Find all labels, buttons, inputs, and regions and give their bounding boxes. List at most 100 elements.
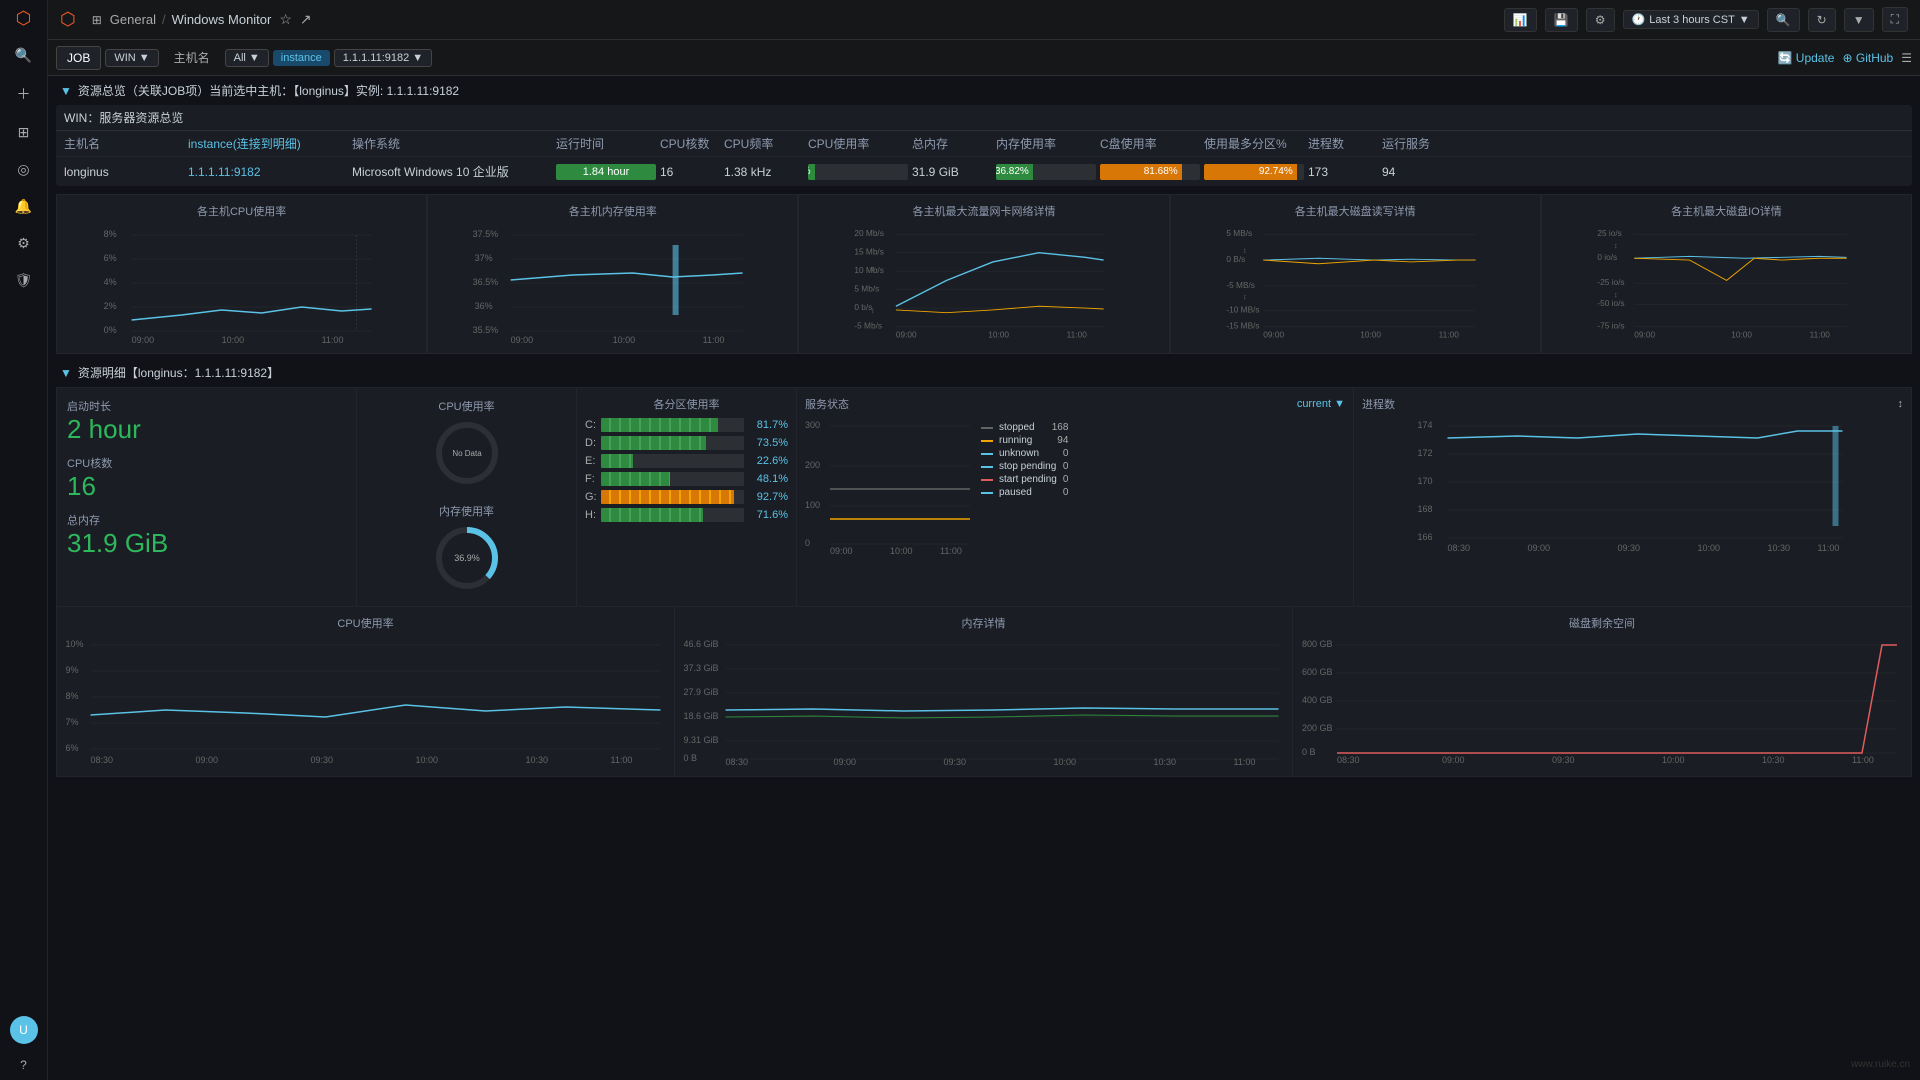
disk-label-h: H: bbox=[585, 509, 597, 521]
cell-cpu-freq: 1.38 kHz bbox=[724, 165, 804, 179]
svg-text:174: 174 bbox=[1418, 420, 1433, 430]
chart-disk-io-title: 各主机最大磁盘IO详情 bbox=[1550, 203, 1903, 219]
grid-nav-icon[interactable]: ⊞ bbox=[12, 118, 36, 147]
breadcrumb-current: Windows Monitor bbox=[172, 12, 272, 27]
share-icon[interactable]: ↗ bbox=[300, 11, 312, 28]
svg-text:9%: 9% bbox=[66, 665, 79, 675]
uptime-label: 启动时长 bbox=[67, 398, 346, 414]
svg-text:10:00: 10:00 bbox=[1731, 330, 1752, 340]
legend-stopped: stopped 168 bbox=[981, 422, 1068, 433]
top-bar-left: ⬡ ⊞ General / Windows Monitor ☆ ↗ bbox=[60, 9, 1504, 30]
chevron-down-icon: ▼ bbox=[1739, 14, 1750, 26]
disk-pct-g: 92.7% bbox=[748, 491, 788, 503]
svg-text:0 B: 0 B bbox=[1302, 747, 1316, 757]
svg-text:11:00: 11:00 bbox=[940, 546, 962, 556]
breadcrumb-parent[interactable]: General bbox=[110, 12, 156, 27]
chart-disk-rw-title: 各主机最大磁盘读写详情 bbox=[1179, 203, 1532, 219]
cpu-gauge-label: CPU使用率 bbox=[367, 398, 566, 414]
bell-icon[interactable]: 🔔 bbox=[9, 192, 38, 221]
uptime-stat: 启动时长 2 hour bbox=[67, 398, 346, 445]
tab-job[interactable]: JOB bbox=[56, 46, 101, 70]
help-icon[interactable]: ? bbox=[20, 1058, 27, 1072]
menu-icon[interactable]: ☰ bbox=[1901, 51, 1912, 65]
cpu-gauge: CPU使用率 No Data bbox=[367, 398, 566, 491]
mem-detail-title: 内存详情 bbox=[683, 615, 1284, 631]
svg-text:09:00: 09:00 bbox=[1442, 755, 1465, 765]
shield-icon[interactable]: 🛡 bbox=[9, 266, 39, 295]
svg-text:37.5%: 37.5% bbox=[473, 229, 499, 239]
search-icon[interactable]: 🔍 bbox=[9, 41, 38, 70]
chart-net-area: 20 Mb/s 15 Mb/s 10 Mb/s 5 Mb/s 0 b/s -5 … bbox=[807, 225, 1160, 345]
chart-disk-rw: 各主机最大磁盘读写详情 5 MB/s 0 B/s -5 MB/s -10 MB/… bbox=[1170, 194, 1541, 354]
svg-text:37.3 GiB: 37.3 GiB bbox=[684, 663, 719, 673]
disk-label-e: E: bbox=[585, 455, 597, 467]
chart-cpu-usage: 各主机CPU使用率 8% 6% 4% 2% 0% 09:00 10:00 11:… bbox=[56, 194, 427, 354]
star-icon[interactable]: ☆ bbox=[279, 11, 292, 28]
grid-icon[interactable]: ⊞ bbox=[92, 13, 102, 27]
detail-collapse-arrow[interactable]: ▼ bbox=[60, 366, 72, 380]
cpu-detail-panel: CPU使用率 10% 9% 8% 7% 6% 08:30 09:00 09:30… bbox=[57, 607, 675, 776]
user-avatar[interactable]: U bbox=[10, 1016, 38, 1044]
process-sort-btn[interactable]: ↕ bbox=[1898, 398, 1904, 410]
update-button[interactable]: 🔄 Update bbox=[1778, 51, 1835, 65]
resource-overview-title: 资源总览（关联JOB项）当前选中主机：【longinus】实例: 1.1.1.1… bbox=[78, 82, 459, 99]
github-button[interactable]: ⊕ GitHub bbox=[1842, 51, 1893, 65]
chart-disk-rw-area: 5 MB/s 0 B/s -5 MB/s -10 MB/s -15 MB/s 0… bbox=[1179, 225, 1532, 345]
svg-text:10:30: 10:30 bbox=[1768, 543, 1791, 553]
refresh-button[interactable]: ↻ bbox=[1808, 8, 1836, 32]
svg-text:08:30: 08:30 bbox=[91, 755, 114, 765]
filter-all[interactable]: All ▼ bbox=[225, 49, 269, 67]
svg-text:0 B: 0 B bbox=[684, 753, 698, 763]
svg-text:10:00: 10:00 bbox=[222, 335, 245, 345]
settings-button[interactable]: ⚙ bbox=[1586, 8, 1615, 32]
chart-mem-area: 37.5% 37% 36.5% 36% 35.5% 09:00 10:00 11… bbox=[436, 225, 789, 345]
zoom-out-button[interactable]: 🔍 bbox=[1767, 8, 1800, 32]
service-current-btn[interactable]: current ▼ bbox=[1297, 398, 1345, 410]
svg-text:11:00: 11:00 bbox=[1809, 330, 1830, 340]
collapse-arrow[interactable]: ▼ bbox=[60, 84, 72, 98]
gear-nav-icon[interactable]: ⚙ bbox=[11, 229, 36, 258]
svg-text:7%: 7% bbox=[66, 717, 79, 727]
ip-selector[interactable]: 1.1.1.11:9182 ▼ bbox=[334, 49, 432, 67]
more-button[interactable]: ▼ bbox=[1844, 8, 1874, 32]
svg-text:10:00: 10:00 bbox=[1662, 755, 1685, 765]
svg-text:10:00: 10:00 bbox=[416, 755, 439, 765]
svg-text:11:00: 11:00 bbox=[1818, 543, 1840, 553]
svg-text:10:30: 10:30 bbox=[1154, 757, 1177, 765]
fullscreen-button[interactable]: ⛶ bbox=[1882, 7, 1908, 32]
chart-button[interactable]: 📊 bbox=[1504, 8, 1537, 32]
svg-text:↕: ↕ bbox=[871, 264, 875, 273]
col-instance: instance(连接到明细) bbox=[188, 135, 348, 152]
cell-cpu-cores: 16 bbox=[660, 165, 720, 179]
table-header-row: 主机名 instance(连接到明细) 操作系统 运行时间 CPU核数 CPU频… bbox=[56, 131, 1912, 156]
svg-text:↕: ↕ bbox=[1614, 290, 1618, 299]
total-mem-stat: 总内存 31.9 GiB bbox=[67, 512, 346, 559]
col-services: 运行服务 bbox=[1382, 135, 1462, 152]
clock-icon: 🕐 bbox=[1632, 13, 1646, 26]
cell-instance[interactable]: 1.1.1.11:9182 bbox=[188, 165, 348, 179]
svg-text:600 GB: 600 GB bbox=[1302, 667, 1333, 677]
tag-instance[interactable]: instance bbox=[273, 50, 330, 66]
add-icon[interactable]: ＋ bbox=[11, 78, 37, 110]
time-picker[interactable]: 🕐 Last 3 hours CST ▼ bbox=[1623, 10, 1759, 29]
cell-cpu-usage: 6.53% bbox=[808, 164, 908, 180]
svg-text:08:30: 08:30 bbox=[1448, 543, 1471, 553]
charts-grid: 各主机CPU使用率 8% 6% 4% 2% 0% 09:00 10:00 11:… bbox=[56, 194, 1912, 354]
top-bar-right: 📊 💾 ⚙ 🕐 Last 3 hours CST ▼ 🔍 ↻ ▼ ⛶ bbox=[1504, 7, 1908, 32]
tab-win[interactable]: WIN ▼ bbox=[105, 49, 158, 67]
table-row: longinus 1.1.1.11:9182 Microsoft Windows… bbox=[56, 156, 1912, 186]
svg-text:↕: ↕ bbox=[1243, 292, 1247, 301]
svg-text:6%: 6% bbox=[66, 743, 79, 753]
compass-icon[interactable]: ◎ bbox=[11, 155, 35, 184]
svg-text:168: 168 bbox=[1418, 504, 1433, 514]
save-button[interactable]: 💾 bbox=[1545, 8, 1578, 32]
svg-text:170: 170 bbox=[1418, 476, 1433, 486]
disk-free-title: 磁盘剩余空间 bbox=[1301, 615, 1903, 631]
resource-overview-header: ▼ 资源总览（关联JOB项）当前选中主机：【longinus】实例: 1.1.1… bbox=[48, 76, 1920, 105]
disk-pct-h: 71.6% bbox=[748, 509, 788, 521]
tab-hostname[interactable]: 主机名 bbox=[163, 44, 221, 71]
svg-text:27.9 GiB: 27.9 GiB bbox=[684, 687, 719, 697]
chevron-down-icon: ▼ bbox=[139, 52, 150, 64]
svg-text:10:00: 10:00 bbox=[989, 330, 1010, 340]
disk-label-c: C: bbox=[585, 419, 597, 431]
